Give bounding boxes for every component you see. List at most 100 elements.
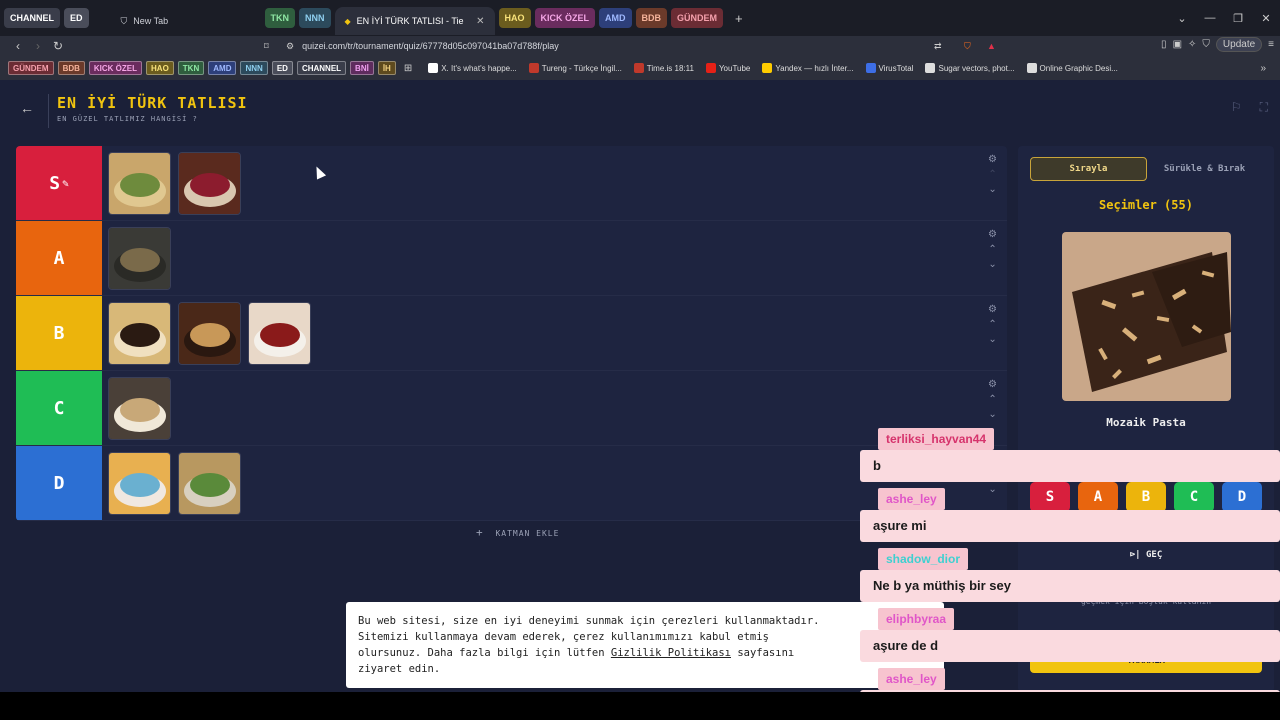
bookmark-group[interactable]: BNİ xyxy=(350,61,374,75)
mode-sequential-button[interactable]: Sırayla xyxy=(1030,157,1147,181)
add-layer-button[interactable]: + KATMAN EKLE xyxy=(476,526,559,539)
bookmark-group[interactable]: BDB xyxy=(57,61,85,75)
tab-group-amd[interactable]: AMD xyxy=(599,8,632,28)
move-down-icon[interactable]: ⌄ xyxy=(988,259,996,270)
more-bookmarks-icon[interactable]: » xyxy=(1260,63,1266,74)
chat-text: b xyxy=(860,450,1280,482)
vpn-icon[interactable]: ⛉ xyxy=(1202,39,1210,50)
tab-group-channel[interactable]: CHANNEL xyxy=(4,8,60,28)
dessert-thumbnail[interactable] xyxy=(108,152,171,215)
bookmark-group[interactable]: ED xyxy=(271,61,293,75)
mode-toggle: Sırayla Sürükle & Bırak xyxy=(1030,157,1262,181)
bookmark-link[interactable]: Online Graphic Desi... xyxy=(1026,63,1118,73)
back-icon[interactable]: ‹ xyxy=(8,39,28,53)
tab-group-nnn[interactable]: NNN xyxy=(299,8,331,28)
bookmark-link[interactable]: YouTube xyxy=(705,63,750,73)
chat-text: aşure de d xyxy=(860,630,1280,662)
bookmark-link[interactable]: Time.is 18:11 xyxy=(633,63,694,73)
translate-icon[interactable]: ⇄ xyxy=(934,41,942,52)
bookmark-group[interactable]: AMD xyxy=(208,61,237,75)
tier-settings-icon[interactable]: ⚙ xyxy=(988,379,997,390)
menu-icon[interactable]: ≡ xyxy=(1268,39,1274,50)
tier-settings-icon[interactable]: ⚙ xyxy=(988,229,997,240)
restore-icon[interactable]: ❐ xyxy=(1224,12,1252,25)
extensions-icon[interactable]: ✧ xyxy=(1188,39,1196,50)
tier-list: S✎⚙⌃⌄A⚙⌃⌄B⚙⌃⌄C⚙⌃⌄D⚙⌃⌄ xyxy=(16,146,1007,521)
tab-group-bdb[interactable]: BDB xyxy=(635,8,668,28)
bookmark-group[interactable]: CHANNEL xyxy=(296,61,347,75)
tier-label-d[interactable]: D xyxy=(16,446,102,520)
dessert-thumbnail[interactable] xyxy=(178,302,241,365)
tier-settings-icon[interactable]: ⚙ xyxy=(988,304,997,315)
minimize-icon[interactable]: — xyxy=(1196,12,1224,24)
flag-icon[interactable]: ⚐ xyxy=(1231,100,1242,115)
bookmark-icon[interactable]: ⌑ xyxy=(264,41,269,52)
brave-shield-icon[interactable]: ⛉ xyxy=(964,41,971,52)
bookmark-link[interactable]: VirusTotal xyxy=(865,63,913,73)
move-up-icon[interactable]: ⌃ xyxy=(988,319,996,330)
tier-label-a[interactable]: A xyxy=(16,221,102,295)
close-window-icon[interactable]: ✕ xyxy=(1252,12,1280,25)
url-field[interactable]: ⚙ quizei.com/tr/tournament/quiz/67778d05… xyxy=(286,36,1006,56)
brave-rewards-icon[interactable]: ▲ xyxy=(987,41,996,51)
dessert-thumbnail[interactable] xyxy=(108,227,171,290)
privacy-policy-link[interactable]: Gizlilik Politikası xyxy=(611,647,731,659)
dessert-thumbnail[interactable] xyxy=(178,152,241,215)
update-button[interactable]: Update xyxy=(1215,37,1263,52)
dessert-thumbnail[interactable] xyxy=(108,377,171,440)
tab-group-tkn[interactable]: TKN xyxy=(264,8,296,28)
tab-group-kick-zel[interactable]: KICK ÖZEL xyxy=(534,8,596,28)
move-up-icon[interactable]: ⌃ xyxy=(988,244,996,255)
tab-search-icon[interactable]: ⌄ xyxy=(1168,12,1196,25)
edit-pencil-icon[interactable]: ✎ xyxy=(62,177,69,190)
tab-tier-list[interactable]: ◆ EN İYİ TÜRK TATLISI - Tier List, K ✕ xyxy=(334,7,495,35)
new-tab-button[interactable]: + xyxy=(735,11,743,26)
tab-new-tab[interactable]: ⛉ New Tab xyxy=(111,7,261,35)
apps-grid-icon[interactable]: ⊞ xyxy=(404,63,412,74)
tier-label-c[interactable]: C xyxy=(16,371,102,445)
dessert-thumbnail[interactable] xyxy=(108,302,171,365)
bookmark-link[interactable]: X. It's what's happe... xyxy=(428,63,517,73)
bookmark-group[interactable]: HAO xyxy=(146,61,174,75)
bookmark-group[interactable]: NNN xyxy=(240,61,268,75)
bookmark-group[interactable]: İH xyxy=(377,61,396,75)
bookmark-group[interactable]: TKN xyxy=(177,61,205,75)
bookmark-favicon-icon xyxy=(633,63,644,73)
bookmark-group[interactable]: GÜNDEM xyxy=(8,61,54,75)
tab-groups-mid: TKN NNN xyxy=(261,8,331,28)
bookmark-favicon-icon xyxy=(925,63,936,73)
tab-group-hao[interactable]: HAO xyxy=(498,8,531,28)
tier-settings-icon[interactable]: ⚙ xyxy=(988,154,997,165)
dessert-thumbnail[interactable] xyxy=(178,452,241,515)
wallet-icon[interactable]: ▣ xyxy=(1173,39,1182,50)
chat-username: ashe_ley xyxy=(878,488,945,510)
close-tab-icon[interactable]: ✕ xyxy=(476,16,484,27)
bookmark-link[interactable]: Sugar vectors, phot... xyxy=(925,63,1015,73)
back-arrow-icon[interactable]: ← xyxy=(20,100,34,116)
sidebar-icon[interactable]: ▯ xyxy=(1161,39,1167,50)
move-down-icon[interactable]: ⌄ xyxy=(988,184,996,195)
bookmarks-bar: GÜNDEM BDB KICK ÖZEL HAO TKN AMD NNN ED CHANNEL B… xyxy=(0,56,1280,80)
bookmark-link[interactable]: Yandex — hızlı İnter... xyxy=(762,63,854,73)
tier-label-text: B xyxy=(53,322,65,344)
dessert-thumbnail[interactable] xyxy=(248,302,311,365)
dessert-thumbnail[interactable] xyxy=(108,452,171,515)
tab-group-ed[interactable]: ED xyxy=(64,8,89,28)
move-up-icon[interactable]: ⌃ xyxy=(988,169,996,180)
site-info-icon[interactable]: ⚙ xyxy=(286,41,294,52)
cookie-text-2: Sitemizi kullanmaya devam ederek, çerez … xyxy=(358,631,769,643)
chat-text: aşure mi xyxy=(860,510,1280,542)
fullscreen-icon[interactable]: ⛶ xyxy=(1260,100,1268,115)
tier-label-s[interactable]: S ✎ xyxy=(16,146,102,220)
bookmark-link[interactable]: Tureng - Türkçe İngil... xyxy=(528,63,622,73)
tier-items xyxy=(102,221,177,295)
tab-groups-left: CHANNEL ED xyxy=(0,8,89,28)
tier-label-b[interactable]: B xyxy=(16,296,102,370)
move-down-icon[interactable]: ⌄ xyxy=(988,334,996,345)
forward-icon[interactable]: › xyxy=(28,39,48,53)
reload-icon[interactable]: ↻ xyxy=(48,39,68,53)
bookmark-group[interactable]: KICK ÖZEL xyxy=(88,61,143,75)
move-up-icon[interactable]: ⌃ xyxy=(988,394,996,405)
tab-group-g-ndem[interactable]: GÜNDEM xyxy=(671,8,724,28)
mode-drag-drop-button[interactable]: Sürükle & Bırak xyxy=(1147,157,1262,181)
